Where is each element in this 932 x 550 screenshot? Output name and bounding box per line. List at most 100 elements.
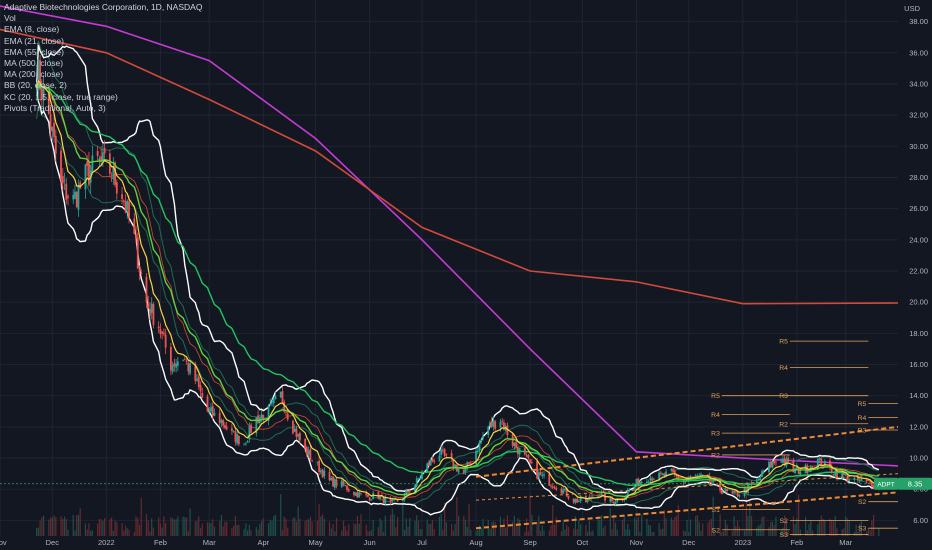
candle-body	[457, 468, 460, 473]
volume-bar	[77, 514, 80, 536]
volume-bar	[592, 530, 594, 536]
candle-body	[147, 303, 150, 308]
candle-body	[243, 443, 246, 445]
volume-bar	[597, 518, 599, 536]
volume-bar	[588, 520, 590, 536]
volume-bar	[332, 523, 334, 536]
candle-body	[529, 459, 531, 463]
candle-body	[614, 502, 617, 505]
legend-item-pivots[interactable]: Pivots (Traditional, Auto, 3)	[4, 103, 202, 114]
candle-body	[65, 183, 68, 200]
legend-item-kc[interactable]: KC (20, 1.5, close, true range)	[4, 92, 202, 103]
candle-body	[651, 478, 654, 481]
pivot-label-16: S3	[780, 532, 789, 539]
volume-bar	[86, 529, 88, 536]
candle-body	[564, 488, 566, 491]
legend-item-ema55[interactable]: EMA (55, close)	[4, 47, 202, 58]
volume-bar	[820, 515, 822, 536]
volume-bar	[84, 523, 87, 536]
candle-body	[328, 471, 331, 481]
y-tick-label-16: 38.00	[909, 17, 928, 26]
y-tick-label-9: 24.00	[909, 235, 928, 244]
volume-bar	[736, 520, 739, 536]
candle-body	[652, 479, 655, 481]
legend-item-ma500[interactable]: MA (500, close)	[4, 58, 202, 69]
y-tick-label-4: 14.00	[909, 391, 928, 400]
candle-body	[74, 191, 76, 199]
legend-item-bb[interactable]: BB (20, close, 2)	[4, 80, 202, 91]
volume-bar	[804, 516, 807, 536]
time-axis[interactable]: Nov Dec 2022 Feb Mar Apr May Jun Jul Aug Sep Oct Nov…	[0, 538, 853, 547]
volume-bar	[295, 521, 298, 536]
volume-bar	[433, 528, 435, 536]
candle-body	[133, 218, 136, 234]
volume-bar	[524, 531, 526, 536]
volume-bar	[63, 516, 66, 536]
y-tick-label-11: 28.00	[909, 173, 928, 182]
candle-body	[77, 185, 80, 210]
candle-body	[818, 458, 821, 460]
candle-body	[562, 489, 565, 494]
candle-body	[96, 151, 99, 156]
volume-bar	[91, 530, 94, 536]
candle-body	[846, 475, 849, 481]
volume-bar	[529, 495, 531, 536]
volume-bar	[452, 530, 454, 536]
candle-body	[63, 180, 66, 182]
candle-body	[365, 493, 368, 496]
volume-bar	[670, 517, 672, 536]
volume-bar	[738, 526, 740, 536]
candle-body	[576, 498, 579, 503]
legend-item-ema21[interactable]: EMA (21, close)	[4, 36, 202, 47]
candle-body	[720, 489, 723, 494]
legend-item-ema8[interactable]: EMA (8, close)	[4, 24, 202, 35]
volume-bar	[36, 527, 38, 536]
y-tick-label-0: 6.00	[913, 516, 928, 525]
volume-bar	[224, 521, 226, 536]
volume-bar	[707, 522, 709, 536]
candle-body	[480, 439, 483, 443]
y-tick-label-3: 12.00	[909, 422, 928, 431]
volume-bar	[649, 525, 651, 536]
volume-bar	[281, 530, 284, 536]
candle-body	[307, 450, 310, 455]
candle-body	[757, 478, 760, 481]
volume-bar	[226, 521, 228, 536]
price-badge-text: 8.35	[908, 480, 923, 489]
volume-bar	[512, 521, 514, 536]
candle-body	[218, 412, 221, 423]
candle-body	[431, 458, 434, 462]
volume-bar	[51, 517, 53, 536]
legend-item-volume[interactable]: Vol	[4, 13, 202, 24]
volume-bar	[810, 520, 812, 536]
volume-bar	[377, 527, 379, 536]
legend-title[interactable]: Adaptive Biotechnologies Corporation, 1D…	[4, 2, 202, 13]
candle-body	[694, 475, 697, 476]
legend-item-ma200[interactable]: MA (200, close)	[4, 69, 202, 80]
volume-bar	[100, 519, 102, 536]
candle-body	[360, 493, 362, 494]
candle-body	[297, 433, 300, 437]
pivot-label-0: R5	[779, 339, 788, 346]
volume-bar	[41, 517, 43, 536]
volume-bar	[501, 525, 503, 536]
candle-body	[489, 422, 491, 426]
candle-body	[482, 436, 484, 439]
candle-body	[541, 474, 544, 477]
volume-bar	[358, 523, 360, 536]
volume-bar	[822, 518, 824, 536]
volume-bar	[161, 527, 163, 536]
volume-bar	[158, 517, 160, 536]
candle-body	[769, 462, 772, 468]
volume-bar	[414, 520, 416, 536]
volume-bar	[489, 528, 491, 536]
x-tick-label-1: Dec	[46, 538, 60, 547]
volume-bar	[653, 531, 655, 536]
volume-bar	[405, 518, 407, 536]
volume-bar	[773, 524, 775, 536]
volume-bar	[90, 531, 92, 536]
volume-bar	[505, 527, 507, 536]
volume-bar	[198, 516, 200, 536]
price-axis[interactable]: 6.008.0010.0012.0014.0016.0018.0020.0022…	[909, 17, 928, 525]
candle-body	[183, 359, 186, 361]
